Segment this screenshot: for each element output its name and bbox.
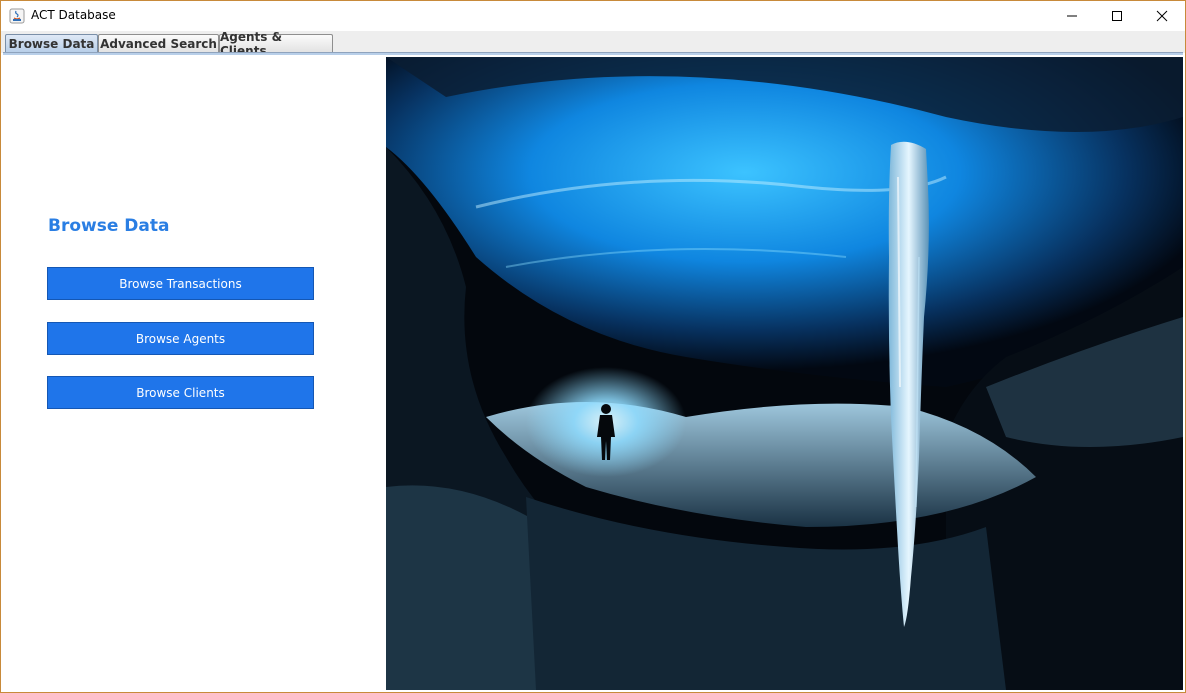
tab-agents-clients[interactable]: Agents & Clients <box>219 30 333 58</box>
app-window: ACT Database Browse Data Advanced Search… <box>0 0 1186 693</box>
ice-cave-image <box>386 57 1183 690</box>
section-heading: Browse Data <box>48 216 170 236</box>
close-button[interactable] <box>1139 1 1185 31</box>
maximize-icon <box>1112 11 1122 21</box>
browse-data-panel: Browse Data Browse Transactions Browse A… <box>3 56 1183 690</box>
browse-transactions-button[interactable]: Browse Transactions <box>47 267 314 300</box>
close-icon <box>1156 10 1168 22</box>
window-title: ACT Database <box>31 8 116 22</box>
minimize-icon <box>1067 15 1077 17</box>
java-app-icon <box>9 8 25 24</box>
tab-browse-data[interactable]: Browse Data <box>5 34 98 52</box>
browse-agents-button[interactable]: Browse Agents <box>47 322 314 355</box>
title-bar[interactable]: ACT Database <box>1 1 1185 31</box>
tab-strip: Browse Data Advanced Search Agents & Cli… <box>1 30 1185 58</box>
tab-content-border <box>3 52 1183 55</box>
browse-clients-button[interactable]: Browse Clients <box>47 376 314 409</box>
minimize-button[interactable] <box>1049 1 1095 31</box>
tab-advanced-search[interactable]: Advanced Search <box>98 34 219 52</box>
maximize-button[interactable] <box>1094 1 1140 31</box>
